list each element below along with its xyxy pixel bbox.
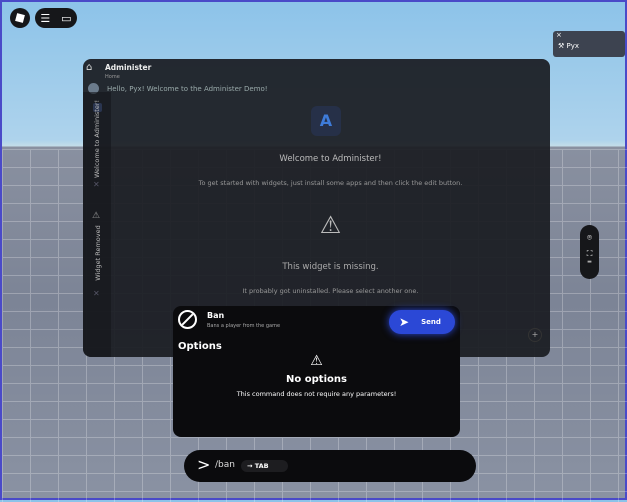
send-icon: ➤ xyxy=(399,315,410,329)
remove-icon[interactable]: ✕ xyxy=(93,180,100,189)
welcome-text: To get started with widgets, just instal… xyxy=(198,179,463,187)
notification-name: Pyx xyxy=(566,42,580,50)
screenshot-icon[interactable]: ⛶ xyxy=(580,249,599,259)
command-description: Bans a player from the game xyxy=(207,323,281,329)
app-title: Administer xyxy=(105,63,152,72)
send-label: Send xyxy=(421,318,441,326)
command-input[interactable]: /ban xyxy=(215,460,235,470)
chat-icon[interactable]: ▭ xyxy=(61,12,71,25)
home-icon[interactable]: ⌂ xyxy=(86,62,92,73)
sidebar: Welcome to Administer! ✕ ⚠ Widget Remove… xyxy=(83,92,111,357)
warning-icon: ⚠ xyxy=(310,353,323,369)
tab-hint: → TAB xyxy=(241,460,288,472)
missing-title: This widget is missing. xyxy=(282,262,379,272)
roblox-logo-icon xyxy=(15,13,25,23)
no-options-title: No options xyxy=(286,374,347,385)
top-bar: ☰ ▭ xyxy=(35,8,77,28)
command-name: Ban xyxy=(207,311,225,320)
selfie-view-icon[interactable]: ⌾ xyxy=(580,233,599,243)
greeting: Hello, Pyx! Welcome to the Administer De… xyxy=(107,85,268,93)
send-button[interactable]: ➤ Send xyxy=(389,310,455,334)
sidebar-item-widget-removed[interactable]: Widget Removed xyxy=(94,218,102,288)
missing-text: It probably got uninstalled. Please sele… xyxy=(242,287,419,295)
command-bar[interactable]: > /ban → TAB xyxy=(184,450,476,482)
warning-icon: ⚠ xyxy=(319,211,342,239)
breadcrumb[interactable]: Home xyxy=(105,74,120,80)
welcome-title: Welcome to Administer! xyxy=(279,154,382,164)
command-panel: Ban Bans a player from the game ➤ Send Op… xyxy=(173,306,460,437)
no-options-text: This command does not require any parame… xyxy=(236,390,397,398)
camera-controls: ⌾ ⛶ ▬ xyxy=(580,225,599,279)
chevron-right-icon: > xyxy=(197,455,211,474)
remove-icon[interactable]: ✕ xyxy=(93,289,100,298)
sidebar-item-welcome[interactable]: Welcome to Administer! xyxy=(93,100,101,178)
drag-handle-icon[interactable]: ▬ xyxy=(580,259,599,265)
ban-icon xyxy=(178,310,197,329)
close-icon[interactable]: × xyxy=(556,31,562,39)
roblox-menu-button[interactable] xyxy=(10,8,30,28)
notification-user: ⚒ Pyx xyxy=(558,42,580,50)
notification: × ⚒ Pyx xyxy=(553,31,625,57)
hamburger-icon[interactable]: ☰ xyxy=(40,12,50,25)
options-title: Options xyxy=(178,341,222,352)
add-widget-button[interactable]: + xyxy=(528,328,542,342)
administer-logo: A xyxy=(311,106,341,136)
